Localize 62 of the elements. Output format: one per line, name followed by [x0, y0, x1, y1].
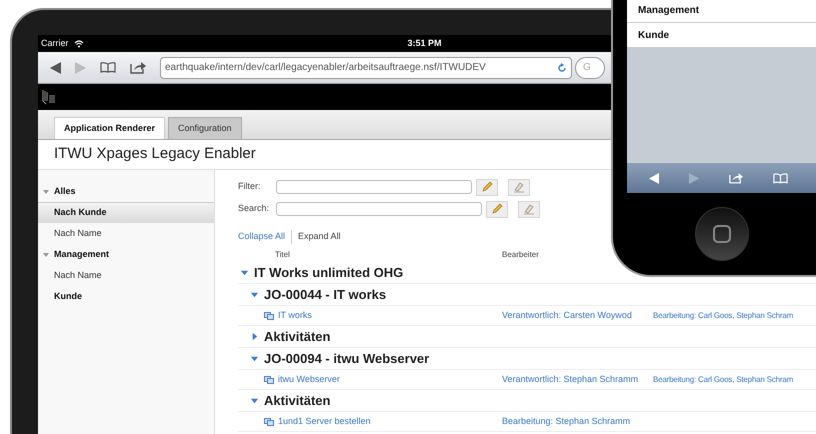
field-label: Search: [238, 202, 270, 216]
view-link[interactable]: Expand All [292, 230, 341, 244]
expanded-triangle-icon[interactable] [240, 268, 249, 277]
expanded-triangle-icon[interactable] [250, 354, 259, 363]
collapsed-triangle-icon[interactable] [250, 332, 259, 341]
back-icon[interactable] [50, 62, 61, 74]
view-link[interactable]: Collapse All [238, 230, 292, 244]
category-title[interactable]: Aktivitäten [264, 390, 330, 410]
eraser-icon [523, 203, 535, 215]
url-field[interactable]: earthquake/intern/dev/carl/legacyenabler/arbeitsauftraege.nsf/ITWUDEV [160, 56, 572, 78]
nav-item[interactable]: Nach Name [38, 265, 214, 286]
document-link[interactable]: 1und1 Server bestellen [278, 414, 371, 428]
pencil-icon [481, 181, 493, 193]
carrier-label: Carrier [41, 36, 69, 50]
tab[interactable]: Configuration [168, 117, 242, 139]
nav-category[interactable]: Management [54, 248, 110, 262]
input-field[interactable] [276, 180, 472, 194]
pencil-icon [491, 203, 503, 215]
category-title[interactable]: JO-00044 - IT works [264, 284, 386, 304]
document-link[interactable]: itwu Webserver [278, 372, 340, 386]
clock: 3:51 PM [408, 36, 442, 50]
eraser-button[interactable] [518, 200, 540, 218]
category-title[interactable]: JO-00094 - itwu Webserver [264, 348, 430, 368]
expanded-triangle-icon[interactable] [250, 396, 259, 405]
wifi-icon [74, 40, 84, 48]
pencil-button[interactable] [476, 178, 498, 196]
expanded-triangle-icon[interactable] [250, 290, 259, 299]
category-title[interactable]: Aktivitäten [264, 326, 330, 346]
pencil-button[interactable] [486, 200, 508, 218]
eraser-icon [513, 181, 525, 193]
document-icon [264, 418, 274, 426]
category-title[interactable]: IT Works unlimited OHG [254, 262, 404, 282]
table-cell[interactable]: Bearbeitung: Stephan Schramm [502, 414, 653, 428]
expanded-triangle-icon[interactable] [43, 188, 49, 194]
field-label: Filter: [238, 180, 262, 194]
document-icon [264, 376, 274, 384]
input-field[interactable] [276, 202, 482, 216]
nav-item[interactable]: Nach Name [38, 223, 214, 244]
table-cell[interactable]: Bearbeitung: Carl Goos, Stephan Schram [653, 310, 794, 322]
document-link[interactable]: IT works [278, 308, 312, 322]
tab[interactable]: Application Renderer [54, 117, 166, 139]
column-header: Titel [274, 249, 291, 261]
share-icon[interactable] [729, 172, 743, 184]
list-item[interactable]: Kunde [627, 23, 816, 48]
table-cell[interactable]: Verantwortlich: Stephan Schramm [502, 372, 653, 386]
share-icon[interactable] [130, 61, 146, 74]
logo-icon [42, 89, 56, 105]
reload-icon[interactable] [557, 62, 567, 72]
list-item[interactable]: Management [627, 0, 816, 23]
document-icon [264, 312, 274, 320]
nav-category[interactable]: Kunde [54, 290, 82, 304]
home-button[interactable] [694, 207, 748, 261]
book-icon[interactable] [100, 62, 116, 73]
column-header: Bearbeiter [502, 249, 539, 261]
eraser-button[interactable] [508, 178, 530, 196]
table-cell[interactable]: Bearbeitung: Carl Goos, Stephan Schram [653, 374, 794, 386]
nav-item[interactable]: Nach Kunde [38, 202, 214, 223]
table-cell[interactable]: Verantwortlich: Carsten Woywod [502, 308, 653, 322]
app-title: ITWU Xpages Legacy Enabler [54, 144, 256, 164]
expanded-triangle-icon[interactable] [43, 252, 49, 258]
nav-category[interactable]: Alles [54, 184, 76, 198]
back-icon[interactable] [649, 172, 659, 184]
